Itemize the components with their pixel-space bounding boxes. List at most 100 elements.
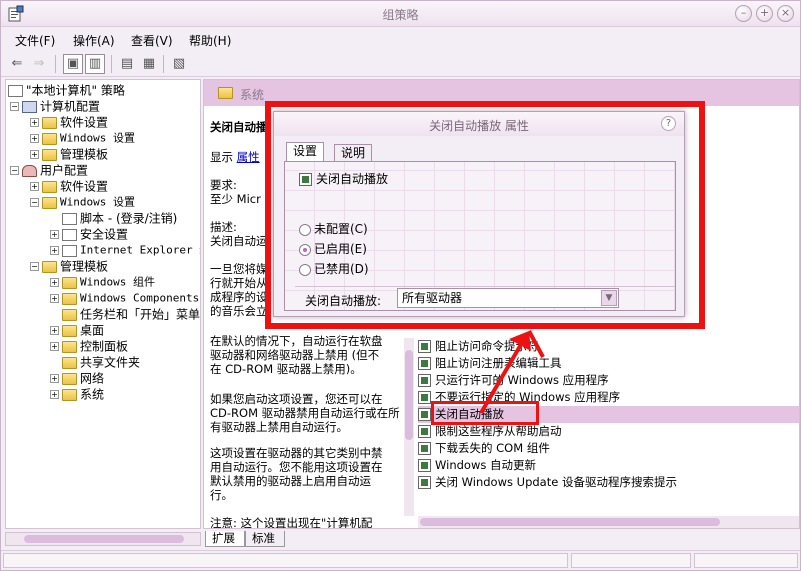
tree-item-uc-system[interactable]: + 系统	[50, 386, 104, 402]
expand-icon[interactable]: +	[50, 246, 59, 255]
tree-item-uc-win-components-en[interactable]: + Windows Components	[50, 290, 199, 306]
back-arrow-icon[interactable]: ⇐	[7, 54, 27, 74]
tree-item-root[interactable]: "本地计算机" 策略	[8, 82, 125, 98]
status-bar	[1, 550, 800, 570]
policy-setting-icon	[418, 408, 431, 421]
gpedit-window: 组策略 – + × 文件(F) 操作(A) 查看(V) 帮助(H) ⇐ ⇒ ▣ …	[0, 0, 801, 571]
expand-icon[interactable]: +	[50, 374, 59, 383]
desc-para4-line2: 用自动运行。您不能用这项设置在	[210, 460, 383, 474]
desc-note-line: 注意: 这个设置出现在"计算机配	[210, 516, 373, 529]
desc-para4-line1: 这项设置在驱动器的其它类别中禁	[210, 446, 383, 460]
menu-help[interactable]: 帮助(H)	[189, 32, 231, 49]
desc-para4-line4: 行。	[210, 488, 233, 502]
security-icon	[62, 228, 77, 241]
properties-icon[interactable]: ▤	[117, 54, 137, 74]
properties-link[interactable]: 属性	[237, 150, 260, 164]
list-item[interactable]: 下载丢失的 COM 组件	[418, 440, 799, 457]
policy-setting-icon	[418, 357, 431, 370]
expand-icon[interactable]: +	[50, 294, 59, 303]
folder-icon	[42, 180, 57, 193]
expand-icon[interactable]: +	[30, 150, 39, 159]
list-horizontal-scrollbar[interactable]	[418, 516, 799, 528]
folder-icon	[62, 276, 77, 289]
help-book-icon[interactable]: ▧	[169, 54, 189, 74]
list-item[interactable]: 阻止访问注册表编辑工具	[418, 355, 799, 372]
folder-icon	[62, 356, 77, 369]
title-bar: 组策略 – + ×	[1, 1, 800, 27]
tree-item-uc-network[interactable]: + 网络	[50, 370, 104, 386]
expand-icon[interactable]: +	[30, 182, 39, 191]
tree-item-uc-desktop[interactable]: + 桌面	[50, 322, 104, 338]
tree-item-uc-shared[interactable]: 共享文件夹	[62, 354, 140, 370]
tree-item-computer-config[interactable]: − 计算机配置	[10, 98, 100, 114]
list-item[interactable]: 限制这些程序从帮助启动	[418, 423, 799, 440]
collapse-icon[interactable]: −	[30, 262, 39, 271]
menu-bar: 文件(F) 操作(A) 查看(V) 帮助(H)	[1, 28, 800, 50]
policy-tree[interactable]: "本地计算机" 策略 − 计算机配置 + 软件设置 + Windows 设置 + 管理模…	[5, 79, 201, 529]
desc-para4-line3: 默认禁用的驱动器上启用自动运	[210, 474, 371, 488]
maximize-button[interactable]: +	[756, 5, 773, 22]
annotation-highlight-item	[431, 401, 539, 425]
desc-para2-line2: 驱动器和网络驱动器上禁用 (但不	[210, 348, 380, 362]
tab-standard[interactable]: 标准	[245, 531, 285, 547]
forward-arrow-icon[interactable]: ⇒	[29, 54, 49, 74]
tree-item-uc-scripts[interactable]: 脚本 - (登录/注销)	[62, 210, 177, 226]
up-folder-icon[interactable]: ▣	[63, 54, 83, 74]
menu-file[interactable]: 文件(F)	[15, 32, 55, 49]
tree-item-cc-software[interactable]: + 软件设置	[30, 114, 108, 130]
menu-action[interactable]: 操作(A)	[73, 32, 115, 49]
policy-setting-icon	[418, 442, 431, 455]
policy-setting-icon	[418, 425, 431, 438]
desc-para2-line1: 在默认的情况下，自动运行在软盘	[210, 334, 383, 348]
tree-item-cc-admin[interactable]: + 管理模板	[30, 146, 108, 162]
folder-icon	[62, 340, 77, 353]
expand-icon[interactable]: +	[30, 118, 39, 127]
policy-setting-icon	[418, 374, 431, 387]
tree-item-uc-admin[interactable]: − 管理模板	[30, 258, 108, 274]
desc-para3-line2: CD-ROM 驱动器禁用自动运行或在所	[210, 406, 400, 420]
tree-item-uc-software[interactable]: + 软件设置	[30, 178, 108, 194]
tree-item-uc-win-components[interactable]: + Windows 组件	[50, 274, 155, 290]
export-list-icon[interactable]: ▦	[139, 54, 159, 74]
expand-icon[interactable]: +	[50, 278, 59, 287]
folder-open-icon	[42, 196, 57, 209]
user-icon	[22, 164, 37, 177]
tree-item-uc-security[interactable]: + 安全设置	[50, 226, 128, 242]
collapse-icon[interactable]: −	[10, 102, 19, 111]
close-button[interactable]: ×	[777, 5, 794, 22]
policy-setting-icon	[418, 391, 431, 404]
collapse-icon[interactable]: −	[30, 198, 39, 207]
tree-item-uc-taskbar[interactable]: 任务栏和「开始」菜单	[62, 306, 200, 322]
list-item[interactable]: 只运行许可的 Windows 应用程序	[418, 372, 799, 389]
folder-icon	[42, 148, 57, 161]
tree-horizontal-scrollbar[interactable]	[5, 532, 201, 546]
ie-icon	[62, 244, 77, 257]
expand-icon[interactable]: +	[30, 134, 39, 143]
collapse-icon[interactable]: −	[10, 166, 19, 175]
details-header-title: 系统	[240, 88, 265, 102]
tree-item-uc-windows[interactable]: − Windows 设置	[30, 194, 135, 210]
policy-setting-icon	[418, 340, 431, 353]
tree-item-cc-windows[interactable]: + Windows 设置	[30, 130, 135, 146]
show-hide-tree-icon[interactable]: ▥	[85, 54, 105, 74]
expand-icon[interactable]: +	[50, 326, 59, 335]
tree-item-uc-control-panel[interactable]: + 控制面板	[50, 338, 128, 354]
computer-icon	[22, 100, 37, 113]
expand-icon[interactable]: +	[50, 342, 59, 351]
policy-list: 阻止访问命令提示符 阻止访问注册表编辑工具 只运行许可的 Windows 应用程…	[410, 338, 799, 514]
list-item[interactable]: 关闭 Windows Update 设备驱动程序搜索提示	[418, 474, 799, 491]
folder-open-icon	[42, 260, 57, 273]
minimize-button[interactable]: –	[735, 5, 752, 22]
menu-view[interactable]: 查看(V)	[131, 32, 173, 49]
tree-item-user-config[interactable]: − 用户配置	[10, 162, 88, 178]
tab-extended[interactable]: 扩展	[205, 531, 245, 547]
desc-para3-line1: 如果您启动这项设置，您还可以在	[210, 392, 383, 406]
expand-icon[interactable]: +	[50, 390, 59, 399]
list-item[interactable]: 阻止访问命令提示符	[418, 338, 799, 355]
tree-item-uc-ie[interactable]: + Internet Explorer 维	[50, 242, 200, 258]
folder-open-icon	[62, 388, 77, 401]
folder-icon	[62, 292, 77, 305]
expand-icon[interactable]: +	[50, 230, 59, 239]
folder-icon	[42, 116, 57, 129]
list-item[interactable]: Windows 自动更新	[418, 457, 799, 474]
